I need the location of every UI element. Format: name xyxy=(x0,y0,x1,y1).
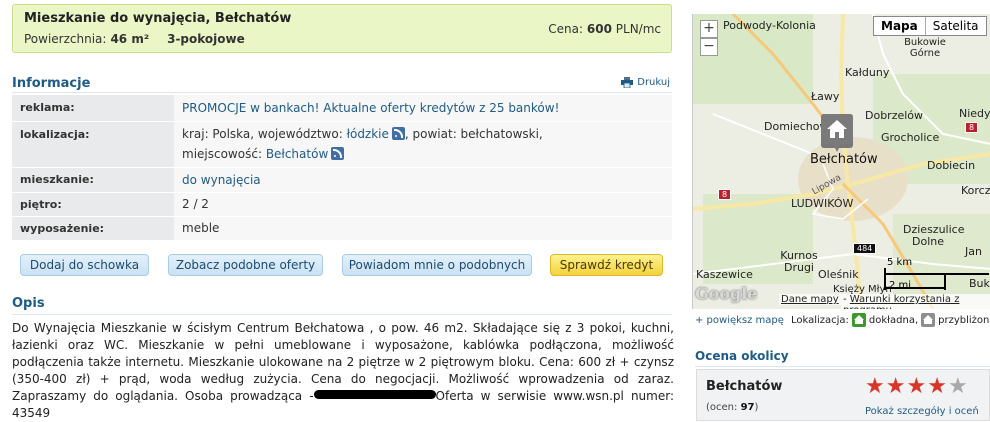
map-label: Niedys xyxy=(959,107,990,120)
map-terms-link[interactable]: - Warunki korzystania z programu xyxy=(841,294,990,309)
star-filled-icon: ★ xyxy=(885,374,906,399)
map-label: Podwody-Kolonia xyxy=(723,19,816,32)
price-unit: PLN/mc xyxy=(615,22,661,36)
map-type-satellite[interactable]: Satelita xyxy=(926,17,986,35)
description-title: Opis xyxy=(12,296,45,311)
rating-stars: ★ ★ ★ ★ ★ xyxy=(865,375,968,399)
location-map[interactable]: + − Mapa Satelita Podwody-Kolonia Bukowi… xyxy=(692,14,990,309)
map-label: Grocholice xyxy=(881,131,940,144)
print-link[interactable]: Drukuj xyxy=(621,77,670,88)
scale-bar xyxy=(884,268,989,290)
road-number: 484 xyxy=(853,243,877,254)
area-label: Powierzchnia: xyxy=(24,32,107,46)
home-pin-icon xyxy=(821,114,853,152)
price-value: 600 xyxy=(586,22,612,36)
info-row-location: lokalizacja: kraj: Polska, województwo: … xyxy=(12,121,672,168)
approx-location-icon xyxy=(921,313,936,327)
map-label: Ławy xyxy=(811,90,840,103)
listing-meta: Powierzchnia: 46 m² 3-pokojowe xyxy=(24,32,245,46)
description-text: Do Wynajęcia Mieszkanie w ścisłym Centru… xyxy=(12,321,674,420)
map-data-link[interactable]: Dane mapy xyxy=(779,294,841,305)
district-text: , powiat: bełchatowski, xyxy=(404,127,543,141)
info-divider xyxy=(12,92,672,93)
map-type-switch: Mapa Satelita xyxy=(873,16,987,36)
map-label: Dobrzelów xyxy=(865,109,924,122)
star-filled-icon: ★ xyxy=(906,374,927,399)
zoom-controls: + − xyxy=(700,20,718,56)
info-label: reklama: xyxy=(12,95,174,122)
info-row-ad: reklama: PROMOCJE w bankach! Aktualne of… xyxy=(12,95,672,122)
location-row: + powiększ mapę Lokalizacja: dokładna, p… xyxy=(695,313,990,327)
map-label: LUDWIKÓW xyxy=(791,197,854,210)
info-label: wyposażenie: xyxy=(12,216,174,241)
google-logo: Google xyxy=(695,284,758,303)
ad-link[interactable]: PROMOCJE w bankach! Aktualne oferty kred… xyxy=(182,101,559,115)
equipment-value: meble xyxy=(174,216,672,241)
listing-header: Mieszkanie do wynajęcia, Bełchatów Powie… xyxy=(12,4,672,53)
check-credit-button[interactable]: Sprawdź kredyt xyxy=(550,254,663,276)
enlarge-map-link[interactable]: + powiększ mapę xyxy=(695,315,784,326)
zoom-out-button[interactable]: − xyxy=(700,38,718,56)
price-label: Cena: xyxy=(548,22,584,36)
rating-box: Bełchatów (ocen: 97) ★ ★ ★ ★ ★ Pokaż szczegó… xyxy=(696,369,990,421)
map-label: Korcz xyxy=(961,184,990,197)
description-divider xyxy=(12,314,672,315)
map-label: Dzieszulice Dolne xyxy=(903,223,965,248)
town-label: miejscowość: xyxy=(182,147,262,161)
rating-title: Ocena okolicy xyxy=(695,349,789,363)
voivodeship-link[interactable]: łódzkie xyxy=(347,127,389,141)
rss-icon[interactable] xyxy=(391,127,405,140)
info-label: mieszkanie: xyxy=(12,167,174,193)
rating-count: (ocen: 97) xyxy=(706,402,759,413)
road-number: 8 xyxy=(965,122,979,133)
map-label: Kałduny xyxy=(845,66,890,79)
notify-similar-button[interactable]: Powiadom mnie o podobnych xyxy=(342,254,532,276)
map-label: Bełchatów xyxy=(810,152,878,167)
map-label: Jan xyxy=(965,245,982,258)
info-row-apartment: mieszkanie: do wynajęcia xyxy=(12,167,672,193)
floor-value: 2 / 2 xyxy=(174,192,672,217)
town-link[interactable]: Bełchatów xyxy=(266,147,328,161)
rating-details-link[interactable]: Pokaż szczegóły i oceń xyxy=(865,406,979,417)
approx-label: przybliżona xyxy=(938,314,990,326)
info-row-floor: piętro: 2 / 2 xyxy=(12,192,672,217)
map-type-map[interactable]: Mapa xyxy=(874,17,926,35)
listing-panel: Mieszkanie do wynajęcia, Bełchatów Powie… xyxy=(0,0,680,421)
redacted-contact xyxy=(313,390,436,399)
info-row-equipment: wyposażenie: meble xyxy=(12,216,672,241)
star-filled-icon: ★ xyxy=(927,374,947,399)
map-label: Oleśnik xyxy=(818,268,859,281)
rss-icon[interactable] xyxy=(331,147,345,160)
map-label: Kurnos Drugi xyxy=(780,249,818,274)
zoom-in-button[interactable]: + xyxy=(700,20,718,38)
rooms-value: 3-pokojowe xyxy=(167,32,245,46)
location-label: Lokalizacja: xyxy=(790,314,849,326)
price: Cena: 600 PLN/mc xyxy=(548,22,661,36)
country-text: kraj: Polska, województwo: xyxy=(182,127,343,141)
road-number: 8 xyxy=(718,189,732,200)
scale-km: 5 km xyxy=(887,257,913,268)
rating-divider xyxy=(695,366,990,367)
rent-link[interactable]: do wynajęcia xyxy=(182,173,261,187)
print-label: Drukuj xyxy=(637,77,670,88)
map-label: Kaszewice xyxy=(696,268,753,281)
rating-city: Bełchatów xyxy=(706,379,783,394)
info-label: piętro: xyxy=(12,192,174,217)
info-label: lokalizacja: xyxy=(12,121,174,168)
info-table: reklama: PROMOCJE w bankach! Aktualne of… xyxy=(12,95,672,241)
similar-offers-button[interactable]: Zobacz podobne oferty xyxy=(168,254,323,276)
add-to-clipboard-button[interactable]: Dodaj do schowka xyxy=(20,254,149,276)
star-empty-icon: ★ xyxy=(947,374,968,399)
star-filled-icon: ★ xyxy=(865,374,885,399)
listing-title: Mieszkanie do wynajęcia, Bełchatów xyxy=(24,11,292,26)
map-label: Bukowie Górne xyxy=(904,37,946,59)
printer-icon xyxy=(621,77,634,88)
map-label: Dobiecin xyxy=(927,159,976,172)
area-value: 46 m² xyxy=(110,32,150,46)
info-section-title: Informacje xyxy=(12,76,91,91)
location-pin[interactable] xyxy=(821,114,853,152)
exact-label: dokładna, xyxy=(868,314,919,326)
exact-location-icon xyxy=(851,313,866,327)
